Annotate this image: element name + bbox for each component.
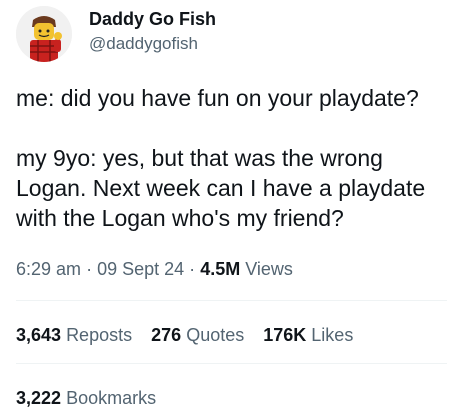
post-header: Daddy Go Fish @daddygofish [16, 6, 446, 68]
meta-separator: · [189, 259, 196, 279]
bookmarks-stat[interactable]: 3,222 Bookmarks [16, 386, 156, 410]
likes-stat[interactable]: 176K Likes [263, 325, 353, 345]
quotes-label: Quotes [186, 325, 245, 345]
bookmarks-count: 3,222 [16, 388, 62, 408]
divider [16, 363, 447, 364]
post-line: me: did you have fun on your playdate? [16, 85, 419, 111]
bookmarks-label: Bookmarks [66, 388, 157, 408]
avatar[interactable] [16, 6, 72, 62]
post-text: me: did you have fun on your playdate? m… [16, 83, 456, 233]
meta-separator: · [86, 259, 93, 279]
reposts-stat[interactable]: 3,643 Reposts [16, 325, 132, 345]
reposts-count: 3,643 [16, 325, 62, 345]
engagement-stats: 3,643 Reposts 276 Quotes 176K Likes [16, 323, 367, 347]
post-date[interactable]: 09 Sept 24 [97, 259, 184, 279]
likes-count: 176K [263, 325, 307, 345]
likes-label: Likes [311, 325, 354, 345]
post-meta: 6:29 am · 09 Sept 24 · 4.5M Views [16, 257, 293, 281]
post-time[interactable]: 6:29 am [16, 259, 81, 279]
quotes-count: 276 [151, 325, 182, 345]
views-label: Views [245, 259, 293, 279]
post-line: my 9yo: yes, but that was the wrong Loga… [16, 145, 426, 231]
lego-figure-avatar-icon [16, 6, 72, 62]
reposts-label: Reposts [66, 325, 133, 345]
divider [16, 300, 447, 301]
quotes-stat[interactable]: 276 Quotes [151, 325, 244, 345]
author-handle[interactable]: @daddygofish [89, 33, 198, 55]
author-display-name[interactable]: Daddy Go Fish [89, 8, 216, 30]
views-count: 4.5M [200, 259, 241, 279]
